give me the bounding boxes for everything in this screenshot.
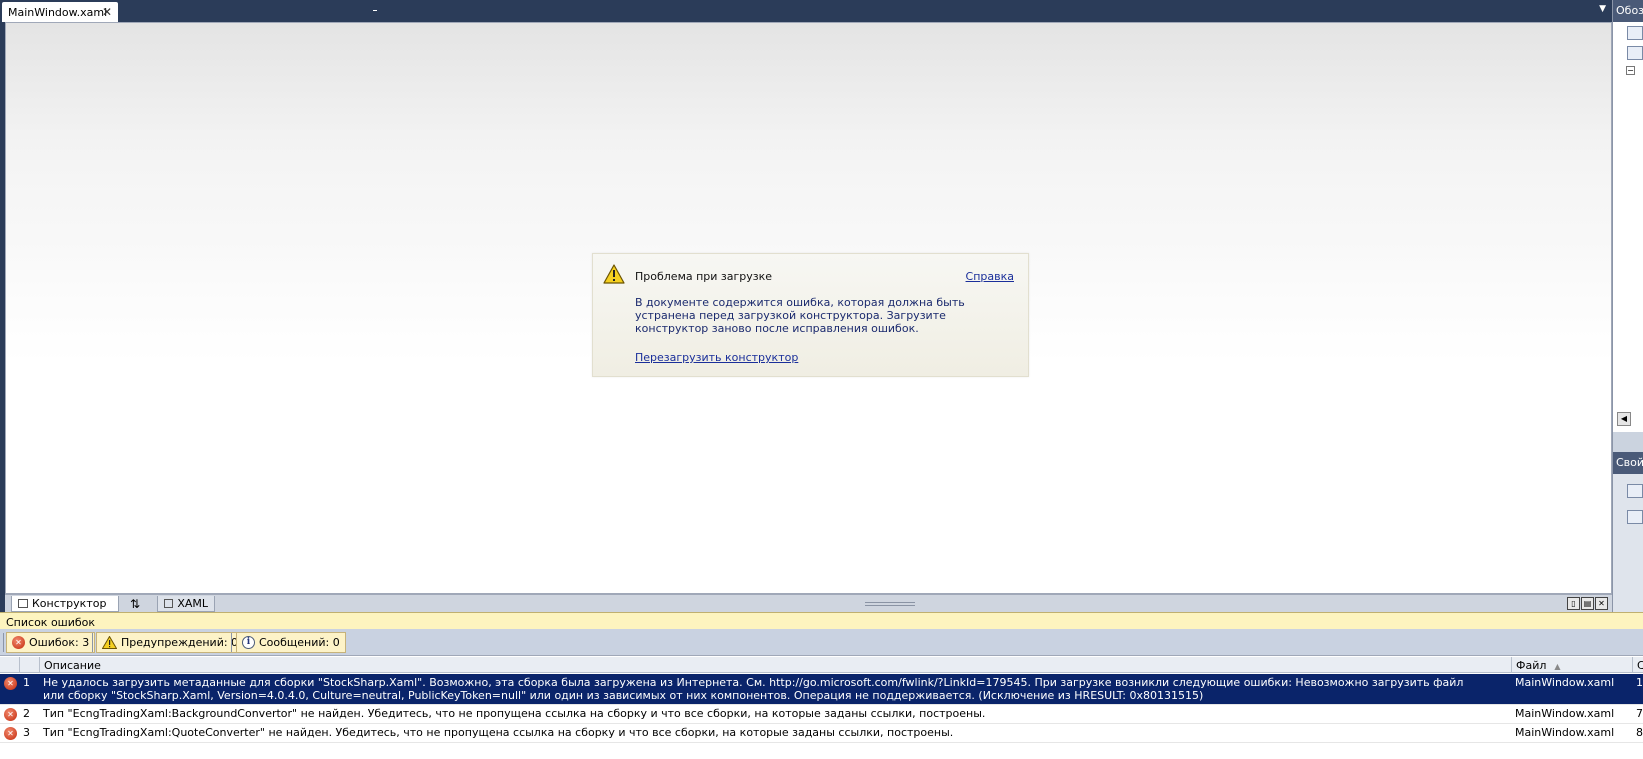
chevron-down-icon[interactable]: ▼ (1599, 4, 1606, 14)
errors-filter-label: Ошибок: 3 (29, 636, 90, 649)
column-header-file[interactable]: Файл ▲ (1512, 657, 1633, 673)
toolbar-separator (3, 633, 4, 652)
horizontal-split-icon[interactable]: ▤ (1581, 597, 1594, 610)
tab-designer-label: Конструктор (32, 597, 107, 610)
load-error-panel: Проблема при загрузке Справка В документ… (592, 253, 1029, 377)
categorized-icon[interactable] (1627, 484, 1643, 498)
info-icon: i (242, 636, 255, 649)
solution-explorer-header[interactable]: Обозреватель (1613, 0, 1643, 22)
error-row[interactable]: ✕ 2 Тип "EcngTradingXaml:BackgroundConve… (0, 705, 1643, 724)
column-header-number[interactable] (20, 657, 40, 673)
tab-mainwindow-xaml[interactable]: MainWindow.xaml ✕ (2, 2, 118, 22)
error-number: 1 (23, 676, 30, 689)
show-all-files-icon[interactable] (1627, 46, 1643, 60)
tab-strip-mark (373, 10, 377, 11)
alphabetical-icon[interactable] (1627, 510, 1643, 524)
help-link[interactable]: Справка (966, 270, 1014, 283)
properties-header[interactable]: Свойства (1613, 452, 1643, 474)
column-header-file-label: Файл (1516, 659, 1547, 672)
error-number: 3 (23, 726, 30, 739)
error-icon: ✕ (4, 677, 17, 690)
messages-filter-button[interactable]: i Сообщений: 0 (236, 632, 346, 653)
error-row[interactable]: ✕ 3 Тип "EcngTradingXaml:QuoteConverter"… (0, 724, 1643, 743)
error-line: 8 (1636, 726, 1643, 739)
error-cell-icon: ✕ (0, 674, 20, 704)
error-row[interactable]: ✕ 1 Не удалось загрузить метаданные для … (0, 674, 1643, 705)
error-icon: ✕ (4, 708, 17, 721)
error-number: 2 (23, 707, 30, 720)
tab-designer[interactable]: Конструктор (11, 596, 119, 612)
tab-label: MainWindow.xaml (8, 6, 108, 19)
error-icon: ✕ (12, 636, 25, 649)
vertical-split-icon[interactable]: ▯ (1567, 597, 1580, 610)
messages-filter-label: Сообщений: 0 (259, 636, 340, 649)
error-line: 7 (1636, 707, 1643, 720)
splitter-grip[interactable] (865, 602, 915, 606)
collapse-node-icon[interactable]: − (1626, 66, 1635, 75)
designer-icon (18, 599, 28, 608)
column-header-icon[interactable] (0, 657, 20, 673)
error-description: Тип "EcngTradingXaml:BackgroundConvertor… (43, 707, 986, 720)
scroll-left-icon[interactable]: ◀ (1617, 412, 1631, 426)
warning-icon (102, 636, 117, 649)
solution-explorer-body: − (1613, 22, 1643, 432)
error-file: MainWindow.xaml (1515, 707, 1615, 720)
error-list-toolbar: ✕ Ошибок: 3 Предупреждений: 0 i Сообщени… (0, 629, 1643, 656)
close-icon[interactable]: ✕ (102, 5, 112, 19)
load-error-message: В документе содержится ошибка, которая д… (635, 296, 965, 335)
error-line: 1 (1636, 676, 1643, 689)
error-icon: ✕ (4, 727, 17, 740)
warnings-filter-button[interactable]: Предупреждений: 0 (96, 632, 245, 653)
error-list-title: Список ошибок (0, 612, 1643, 629)
errors-filter-button[interactable]: ✕ Ошибок: 3 (6, 632, 96, 653)
right-tool-panel: Обозреватель − ◀ Свойства (1612, 0, 1643, 612)
column-header-description[interactable]: Описание (40, 657, 1512, 673)
error-cell-icon: ✕ (0, 705, 20, 723)
tab-xaml-label: XAML (177, 597, 208, 610)
error-cell-icon: ✕ (0, 724, 20, 742)
split-view-buttons: ▯ ▤ ✕ (1567, 597, 1608, 610)
toolbar-separator (92, 633, 93, 652)
error-grid-header: Описание Файл ▲ С (0, 657, 1643, 673)
error-description: Тип "EcngTradingXaml:QuoteConverter" не … (43, 726, 954, 739)
warnings-filter-label: Предупреждений: 0 (121, 636, 239, 649)
document-tab-strip: MainWindow.xaml ✕ ▼ (0, 0, 1612, 22)
xaml-icon (164, 599, 174, 608)
sort-ascending-icon: ▲ (1554, 662, 1561, 671)
error-list-panel: Список ошибок ✕ Ошибок: 3 Предупреждений… (0, 612, 1643, 759)
toolbar-separator (231, 633, 232, 652)
designer-view-bar: Конструктор ⇅ XAML ▯ ▤ ✕ (5, 594, 1612, 612)
column-header-line[interactable]: С (1633, 657, 1643, 673)
swap-panes-button[interactable]: ⇅ (121, 596, 149, 612)
properties-body (1613, 474, 1643, 612)
load-error-title: Проблема при загрузке (635, 270, 773, 283)
error-description: Не удалось загрузить метаданные для сбор… (43, 676, 1464, 702)
properties-icon[interactable] (1627, 26, 1643, 40)
error-file: MainWindow.xaml (1515, 726, 1615, 739)
collapse-pane-icon[interactable]: ✕ (1595, 597, 1608, 610)
error-file: MainWindow.xaml (1515, 676, 1615, 689)
tab-xaml[interactable]: XAML (157, 596, 215, 612)
reload-designer-link[interactable]: Перезагрузить конструктор (635, 351, 798, 364)
designer-surface: Проблема при загрузке Справка В документ… (5, 22, 1612, 594)
warning-icon (603, 264, 625, 284)
